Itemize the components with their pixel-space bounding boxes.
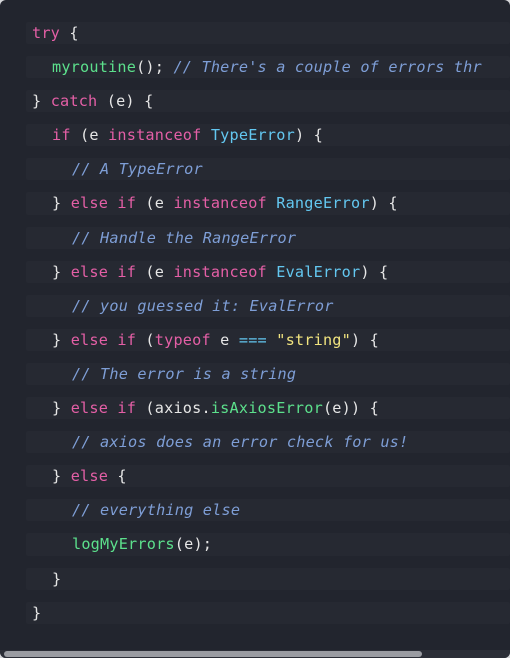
string-literal: "string"	[276, 330, 351, 349]
punctuation: (e	[136, 194, 174, 213]
comment: // Handle the RangeError	[72, 228, 297, 247]
keyword-if: if	[117, 330, 137, 349]
keyword-else: else	[70, 399, 109, 418]
punctuation: }	[52, 399, 71, 418]
keyword-if: if	[117, 194, 137, 213]
punctuation: (	[136, 330, 155, 349]
code-line-16: logMyErrors(e);	[0, 527, 510, 561]
code-line-8: } else if (e instanceof EvalError) {	[0, 255, 510, 289]
keyword-if: if	[117, 262, 137, 281]
scrollbar-thumb[interactable]	[4, 651, 422, 657]
horizontal-scrollbar[interactable]	[0, 650, 510, 658]
code-line-9: // you guessed it: EvalError	[0, 289, 510, 323]
punctuation: ();	[136, 58, 174, 77]
punctuation	[108, 263, 117, 281]
keyword-catch: catch	[50, 92, 98, 111]
comment: // everything else	[72, 501, 241, 520]
class-name: EvalError	[276, 262, 361, 281]
punctuation	[267, 194, 276, 212]
punctuation	[108, 399, 117, 417]
code-line-13: // axios does an error check for us!	[0, 425, 510, 459]
code-line-5: // A TypeError	[0, 152, 510, 186]
comment: // axios does an error check for us!	[72, 433, 409, 452]
keyword-instanceof: instanceof	[173, 262, 267, 281]
keyword-typeof: typeof	[154, 330, 211, 349]
keyword-instanceof: instanceof	[108, 126, 202, 145]
code-line-15: // everything else	[0, 493, 510, 527]
code-line-6: } else if (e instanceof RangeError) {	[0, 186, 510, 220]
code-line-14: } else {	[0, 459, 510, 493]
class-name: TypeError	[210, 126, 295, 145]
comment: // The error is a string	[72, 364, 297, 383]
code-line-17: }	[0, 562, 510, 596]
punctuation: (e	[70, 126, 109, 145]
code-block[interactable]: try { myroutine(); // There's a couple o…	[0, 16, 510, 630]
punctuation: ) {	[360, 262, 389, 281]
code-line-10: } else if (typeof e === "string") {	[0, 323, 510, 357]
class-name: RangeError	[276, 194, 370, 213]
operator-strict-equal: ===	[238, 330, 267, 349]
code-line-1: try {	[0, 16, 510, 50]
comment: // There's a couple of errors thr	[173, 58, 482, 77]
punctuation: (e	[136, 262, 174, 281]
punctuation: (e);	[174, 535, 213, 554]
punctuation: ) {	[369, 194, 398, 213]
punctuation: }	[52, 194, 71, 213]
keyword-else: else	[70, 262, 109, 281]
code-line-7: // Handle the RangeError	[0, 221, 510, 255]
punctuation: (e) {	[97, 92, 154, 111]
keyword-instanceof: instanceof	[173, 194, 267, 213]
punctuation: {	[108, 467, 127, 486]
code-line-3: } catch (e) {	[0, 84, 510, 118]
comment: // you guessed it: EvalError	[72, 296, 334, 315]
punctuation: }	[32, 603, 42, 622]
punctuation: e	[210, 330, 239, 349]
keyword-if: if	[52, 126, 71, 145]
punctuation	[267, 263, 276, 281]
code-line-18: }	[0, 596, 510, 630]
punctuation	[108, 331, 117, 349]
punctuation: }	[52, 467, 71, 486]
code-line-2: myroutine(); // There's a couple of erro…	[0, 50, 510, 84]
keyword-try: try	[32, 24, 61, 42]
punctuation: {	[60, 24, 79, 42]
code-line-11: // The error is a string	[0, 357, 510, 391]
punctuation	[202, 126, 211, 144]
keyword-if: if	[117, 399, 137, 418]
punctuation: (axios.	[136, 399, 211, 418]
code-line-12: } else if (axios.isAxiosError(e)) {	[0, 391, 510, 425]
code-editor[interactable]: try { myroutine(); // There's a couple o…	[0, 0, 510, 658]
comment: // A TypeError	[72, 160, 203, 179]
punctuation: ) {	[294, 126, 323, 145]
punctuation	[108, 194, 117, 212]
function-name: myroutine	[52, 58, 137, 77]
punctuation: }	[52, 330, 71, 349]
keyword-else: else	[70, 467, 109, 486]
keyword-else: else	[70, 330, 109, 349]
punctuation	[267, 331, 276, 349]
function-name: isAxiosError	[210, 399, 323, 418]
punctuation: }	[32, 92, 51, 111]
punctuation: (e)) {	[322, 399, 380, 418]
punctuation: }	[52, 569, 62, 588]
punctuation: }	[52, 262, 71, 281]
keyword-else: else	[70, 194, 109, 213]
function-name: logMyErrors	[72, 535, 175, 554]
code-line-4: if (e instanceof TypeError) {	[0, 118, 510, 152]
punctuation: ) {	[351, 330, 380, 349]
